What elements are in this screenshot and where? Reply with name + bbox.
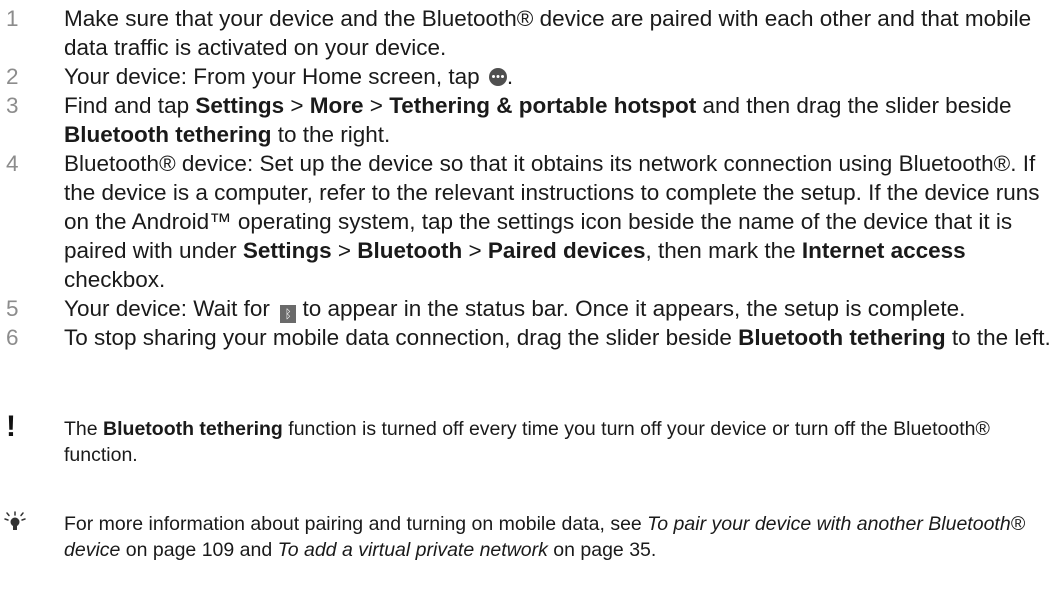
note-text: For more information about pairing and t… <box>0 511 1049 563</box>
step-text: Your device: Wait for <box>64 296 277 321</box>
note-text-part: The <box>64 418 104 440</box>
step-number: 2 <box>6 64 19 89</box>
instruction-steps: 1 Make sure that your device and the Blu… <box>0 4 1059 352</box>
step-text: to the left. <box>945 325 1051 350</box>
exclamation-icon: ! <box>6 410 16 443</box>
ui-term: Settings <box>195 93 285 118</box>
step-text: > <box>462 238 488 263</box>
step-text: , then mark the <box>645 238 802 263</box>
ui-term: Internet access <box>801 238 966 263</box>
cross-reference: To add a virtual private network <box>277 539 548 561</box>
step-number: 1 <box>6 6 19 31</box>
step-number: 3 <box>6 93 19 118</box>
note-text-part: on page 109 and <box>120 539 278 561</box>
step-number: 6 <box>6 325 19 350</box>
ui-term: More <box>309 93 364 118</box>
step-4: 4 Bluetooth® device: Set up the device s… <box>0 149 1059 294</box>
manual-page: 1 Make sure that your device and the Blu… <box>0 0 1059 597</box>
step-text: > <box>363 93 390 118</box>
step-text: to the right. <box>271 122 391 147</box>
step-2: 2 Your device: From your Home screen, ta… <box>0 62 1059 91</box>
ui-term: Settings <box>242 238 332 263</box>
note-text-part: For more information about pairing and t… <box>64 513 648 535</box>
tip-note: For more information about pairing and t… <box>0 511 1059 563</box>
note-text-part: on page 35. <box>547 539 657 561</box>
step-6: 6 To stop sharing your mobile data conne… <box>0 323 1059 352</box>
step-text: Find and tap <box>64 93 196 118</box>
bluetooth-status-icon: ᛒ <box>280 305 297 323</box>
apps-icon <box>488 68 507 86</box>
ui-term: Tethering & portable hotspot <box>389 93 697 118</box>
ui-term: Bluetooth <box>357 238 463 263</box>
note-text: The Bluetooth tethering function is turn… <box>0 416 1049 468</box>
step-number: 5 <box>6 296 19 321</box>
step-text: > <box>331 238 358 263</box>
step-1: 1 Make sure that your device and the Blu… <box>0 4 1059 62</box>
warning-note: ! The Bluetooth tethering function is tu… <box>0 410 1059 468</box>
step-text: to appear in the status bar. Once it app… <box>296 296 966 321</box>
step-text: To stop sharing your mobile data connect… <box>64 325 739 350</box>
step-5: 5 Your device: Wait for ᛒ to appear in t… <box>0 294 1059 323</box>
step-3: 3 Find and tap Settings > More > Tetheri… <box>0 91 1059 149</box>
step-number: 4 <box>6 151 19 176</box>
step-text: and then drag the slider beside <box>696 93 1012 118</box>
step-text: Make sure that your device and the Bluet… <box>64 6 1032 60</box>
step-text: checkbox. <box>64 267 166 292</box>
step-text: Your device: From your Home screen, tap <box>64 64 486 89</box>
step-text: > <box>284 93 310 118</box>
ui-term: Bluetooth tethering <box>738 325 946 350</box>
step-text: . <box>506 64 514 89</box>
lightbulb-icon <box>4 511 26 530</box>
ui-term: Bluetooth tethering <box>64 122 272 147</box>
ui-term: Bluetooth tethering <box>103 418 283 440</box>
ui-term: Paired devices <box>487 238 646 263</box>
